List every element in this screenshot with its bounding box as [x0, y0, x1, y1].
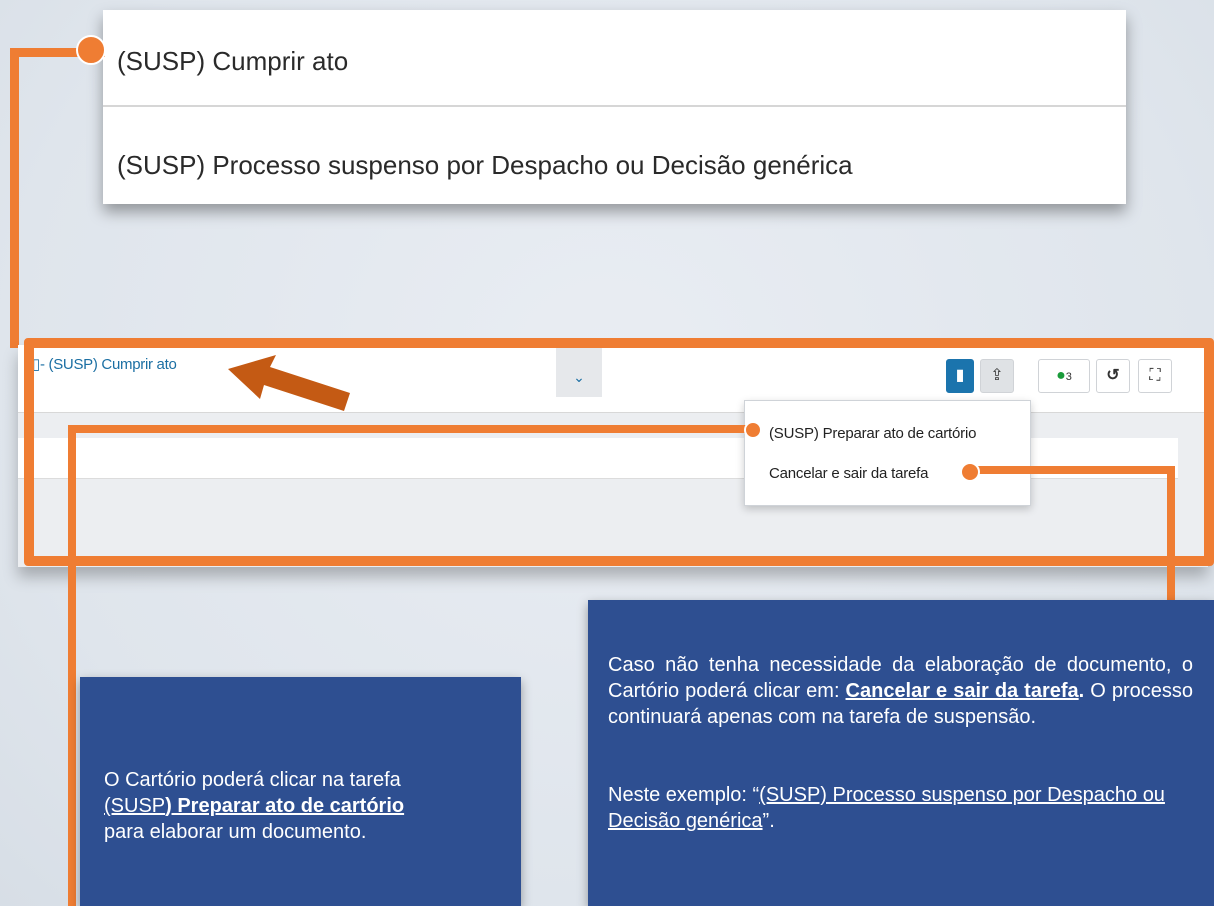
- connector-right-vertical: [1167, 466, 1175, 602]
- connector-left-vertical: [68, 425, 76, 906]
- info-box-cancelar: Caso não tenha necessidade da elaboração…: [588, 600, 1214, 906]
- connector-dot-cancelar: [960, 462, 980, 482]
- connector-right-horizontal: [975, 466, 1175, 474]
- arrow-icon: [228, 355, 350, 411]
- info-right-paragraph-2: Neste exemplo: “(SUSP) Processo suspenso…: [608, 784, 1165, 832]
- task-list: (SUSP) Cumprir ato (SUSP) Processo suspe…: [103, 10, 1126, 204]
- connector-left-horizontal: [68, 425, 758, 433]
- info-right-cancelar-link: Cancelar e sair da tarefa: [845, 680, 1079, 702]
- info-left-task-name: ) Preparar ato de cartório: [165, 795, 405, 817]
- connector-dot-preparar: [744, 421, 762, 439]
- info-left-task-prefix: (SUSP: [104, 795, 166, 817]
- task-divider: [103, 105, 1126, 107]
- connector-dot-top: [76, 35, 106, 65]
- highlight-frame: [24, 338, 1214, 566]
- connector-top-vertical: [10, 48, 19, 348]
- info-box-preparar: O Cartório poderá clicar na tarefa (SUSP…: [80, 677, 521, 906]
- task-item-processo-suspenso[interactable]: (SUSP) Processo suspenso por Despacho ou…: [117, 150, 1140, 181]
- info-right-paragraph-1: Caso não tenha necessidade da elaboração…: [608, 654, 1193, 728]
- task-item-cumprir-ato[interactable]: (SUSP) Cumprir ato: [117, 46, 1140, 77]
- info-left-text: O Cartório poderá clicar na tarefa (SUSP…: [104, 769, 405, 843]
